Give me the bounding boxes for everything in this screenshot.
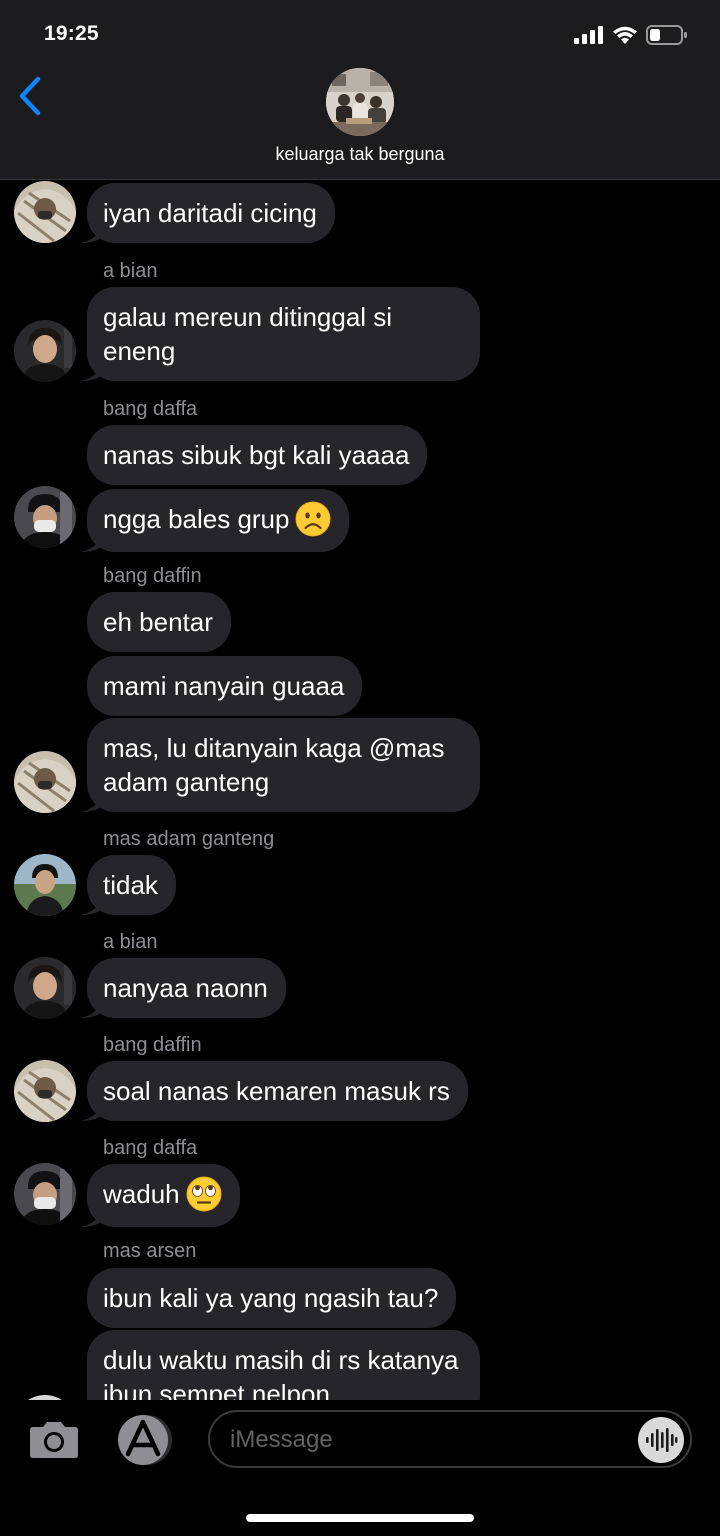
sender-name: a bian	[103, 931, 158, 953]
camera-button[interactable]	[26, 1420, 82, 1460]
message-bubble[interactable]: dulu waktu masih di rs katanya ibun semp…	[87, 1330, 480, 1400]
sender-name: bang daffin	[103, 565, 202, 587]
message-bubble[interactable]: waduh	[80, 1164, 240, 1228]
message-bubble[interactable]: nanyaa naonn	[80, 958, 286, 1018]
message-text: dulu waktu masih di rs katanya ibun semp…	[103, 1345, 459, 1400]
group-avatar[interactable]	[326, 68, 394, 136]
message-bubble[interactable]: eh bentar	[87, 592, 231, 652]
home-indicator[interactable]	[246, 1514, 474, 1522]
eye-roll-emoji	[186, 1176, 222, 1212]
signal-icon	[574, 26, 603, 44]
message-bubble[interactable]: ibun kali ya yang ngasih tau?	[87, 1268, 457, 1328]
avatar-image	[14, 854, 76, 916]
bubble-tail	[80, 223, 102, 243]
message-text: ngga bales grup	[103, 504, 290, 534]
status-time: 19:25	[44, 22, 99, 45]
message-bubble[interactable]: mami nanyain guaaa	[87, 656, 363, 716]
avatar-a-bian[interactable]	[14, 320, 76, 382]
message-text: ibun kali ya yang ngasih tau?	[103, 1283, 439, 1313]
bubble-tail	[80, 361, 102, 381]
message-text: galau mereun ditinggal si eneng	[103, 302, 393, 366]
message-text: waduh	[103, 1179, 180, 1209]
app-store-icon	[118, 1415, 172, 1465]
message-text: nanyaa naonn	[103, 973, 268, 1003]
avatar-bang-daffin[interactable]	[14, 181, 76, 243]
frowning-face-emoji	[295, 501, 331, 537]
message-bubble[interactable]: mas, lu ditanyain kaga @mas adam ganteng	[80, 718, 480, 812]
group-photo	[326, 68, 394, 136]
avatar-image	[14, 486, 76, 548]
message-bubble[interactable]: soal nanas kemaren masuk rs	[80, 1061, 468, 1121]
sender-name: bang daffa	[103, 1137, 198, 1159]
avatar-bang-daffa[interactable]	[14, 486, 76, 548]
message-text: mami nanyain guaaa	[103, 671, 345, 701]
avatar-image	[14, 181, 76, 243]
avatar-image	[14, 957, 76, 1019]
chevron-left-icon	[19, 76, 41, 116]
avatar-mas-adam[interactable]	[14, 854, 76, 916]
conversation-header: 19:25 keluarga tak berguna	[0, 0, 720, 180]
bubble-tail	[80, 895, 102, 915]
back-button[interactable]	[10, 72, 50, 120]
bubble-tail	[80, 1207, 102, 1228]
bubble-tail	[80, 792, 102, 812]
bubble-tail	[80, 532, 102, 553]
avatar-bang-daffa[interactable]	[14, 1163, 76, 1225]
group-name[interactable]: keluarga tak berguna	[0, 144, 720, 165]
app-store-button[interactable]	[114, 1414, 178, 1466]
bubble-tail	[80, 998, 102, 1018]
message-bubble[interactable]: galau mereun ditinggal si eneng	[80, 287, 480, 381]
bubble-tail	[80, 1101, 102, 1121]
message-text: mas, lu ditanyain kaga @mas adam ganteng	[103, 733, 445, 797]
sender-name: mas arsen	[103, 1240, 197, 1262]
message-input[interactable]	[230, 1420, 630, 1460]
avatar-image	[14, 320, 76, 382]
camera-icon	[30, 1422, 78, 1458]
avatar-bang-daffin[interactable]	[14, 751, 76, 813]
battery-icon	[646, 25, 687, 45]
audio-message-button[interactable]	[638, 1417, 684, 1463]
message-bubble[interactable]: iyan daritadi cicing	[80, 183, 335, 243]
message-text: tidak	[103, 870, 158, 900]
message-text: eh bentar	[103, 607, 213, 637]
avatar-image	[14, 751, 76, 813]
sender-name: bang daffin	[103, 1034, 202, 1056]
message-field[interactable]	[208, 1410, 692, 1468]
message-text: soal nanas kemaren masuk rs	[103, 1076, 450, 1106]
avatar-image	[14, 1163, 76, 1225]
avatar-image	[14, 1060, 76, 1122]
message-text: nanas sibuk bgt kali yaaaa	[103, 440, 410, 470]
waveform-icon	[646, 1428, 678, 1452]
status-icons	[574, 22, 688, 48]
message-list[interactable]: iyan daritadi cicing a bian galau mereun…	[0, 181, 720, 1400]
message-text: iyan daritadi cicing	[103, 198, 317, 228]
message-bubble[interactable]: tidak	[80, 855, 176, 915]
avatar-a-bian[interactable]	[14, 957, 76, 1019]
wifi-icon	[613, 26, 637, 44]
sender-name: bang daffa	[103, 398, 198, 420]
sender-name: a bian	[103, 260, 158, 282]
sender-name: mas adam ganteng	[103, 828, 275, 850]
message-bubble[interactable]: nanas sibuk bgt kali yaaaa	[87, 425, 428, 485]
avatar-bang-daffin[interactable]	[14, 1060, 76, 1122]
message-bubble[interactable]: ngga bales grup	[80, 489, 350, 553]
